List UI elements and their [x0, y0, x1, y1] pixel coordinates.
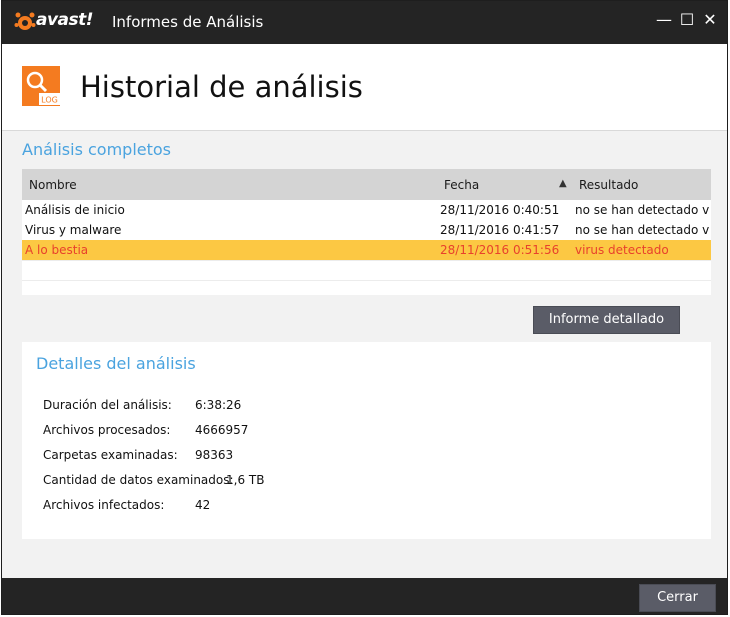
- page-title: Historial de análisis: [80, 70, 363, 104]
- window-title: Informes de Análisis: [112, 13, 264, 31]
- column-header-name[interactable]: Nombre: [29, 178, 77, 192]
- details-title: Detalles del análisis: [36, 354, 196, 373]
- sort-ascending-icon: ▲: [559, 178, 567, 189]
- detail-value-data-size: 1,6 TB: [226, 473, 265, 487]
- detail-label-folders: Carpetas examinadas:: [43, 448, 178, 462]
- maximize-button[interactable]: ☐: [676, 9, 698, 31]
- row-date: 28/11/2016 0:41:57: [440, 223, 560, 237]
- detail-value-folders: 98363: [195, 448, 234, 462]
- log-file-icon: LOG: [22, 66, 60, 106]
- empty-row: [22, 260, 711, 281]
- row-name: Virus y malware: [25, 223, 122, 237]
- brand-name: avast!: [36, 10, 94, 30]
- avast-logo: avast!: [14, 10, 102, 33]
- row-result: virus detectado: [575, 243, 669, 257]
- app-window: avast! Informes de Análisis — ☐ ✕ LOG Hi…: [1, 0, 728, 615]
- table-header: Nombre Fecha ▲ Resultado: [22, 169, 711, 200]
- detail-label-infected: Archivos infectados:: [43, 498, 165, 512]
- row-result: no se han detectado vi...: [575, 203, 709, 217]
- table-row[interactable]: Análisis de inicio 28/11/2016 0:40:51 no…: [22, 200, 711, 220]
- table-row[interactable]: Virus y malware 28/11/2016 0:41:57 no se…: [22, 220, 711, 240]
- close-button[interactable]: Cerrar: [639, 584, 716, 612]
- scans-table: Nombre Fecha ▲ Resultado Análisis de ini…: [22, 169, 711, 295]
- detail-value-files: 4666957: [195, 423, 249, 437]
- row-result: no se han detectado vi...: [575, 223, 709, 237]
- footer-bar: Cerrar: [2, 578, 727, 614]
- row-date: 28/11/2016 0:51:56: [440, 243, 560, 257]
- scan-details-panel: Detalles del análisis Duración del análi…: [22, 342, 711, 539]
- row-date: 28/11/2016 0:40:51: [440, 203, 560, 217]
- detail-label-duration: Duración del análisis:: [43, 398, 172, 412]
- row-name: Análisis de inicio: [25, 203, 125, 217]
- completed-scans-title: Análisis completos: [22, 140, 171, 159]
- log-icon-label: LOG: [41, 96, 58, 105]
- detail-value-infected: 42: [195, 498, 211, 512]
- detailed-report-button[interactable]: Informe detallado: [533, 306, 680, 334]
- column-header-date[interactable]: Fecha: [444, 178, 479, 192]
- detail-value-duration: 6:38:26: [195, 398, 242, 412]
- close-window-button[interactable]: ✕: [699, 9, 721, 31]
- page-header: LOG Historial de análisis: [2, 44, 727, 131]
- empty-row: [22, 280, 711, 296]
- table-row-selected[interactable]: A lo bestia 28/11/2016 0:51:56 virus det…: [22, 240, 711, 260]
- minimize-button[interactable]: —: [653, 9, 675, 31]
- title-bar[interactable]: avast! Informes de Análisis — ☐ ✕: [2, 1, 727, 44]
- row-name: A lo bestia: [25, 243, 89, 257]
- column-header-result[interactable]: Resultado: [579, 178, 638, 192]
- detail-label-files: Archivos procesados:: [43, 423, 171, 437]
- detail-label-data-size: Cantidad de datos examinados:: [43, 473, 234, 487]
- avast-logo-icon: [14, 12, 36, 30]
